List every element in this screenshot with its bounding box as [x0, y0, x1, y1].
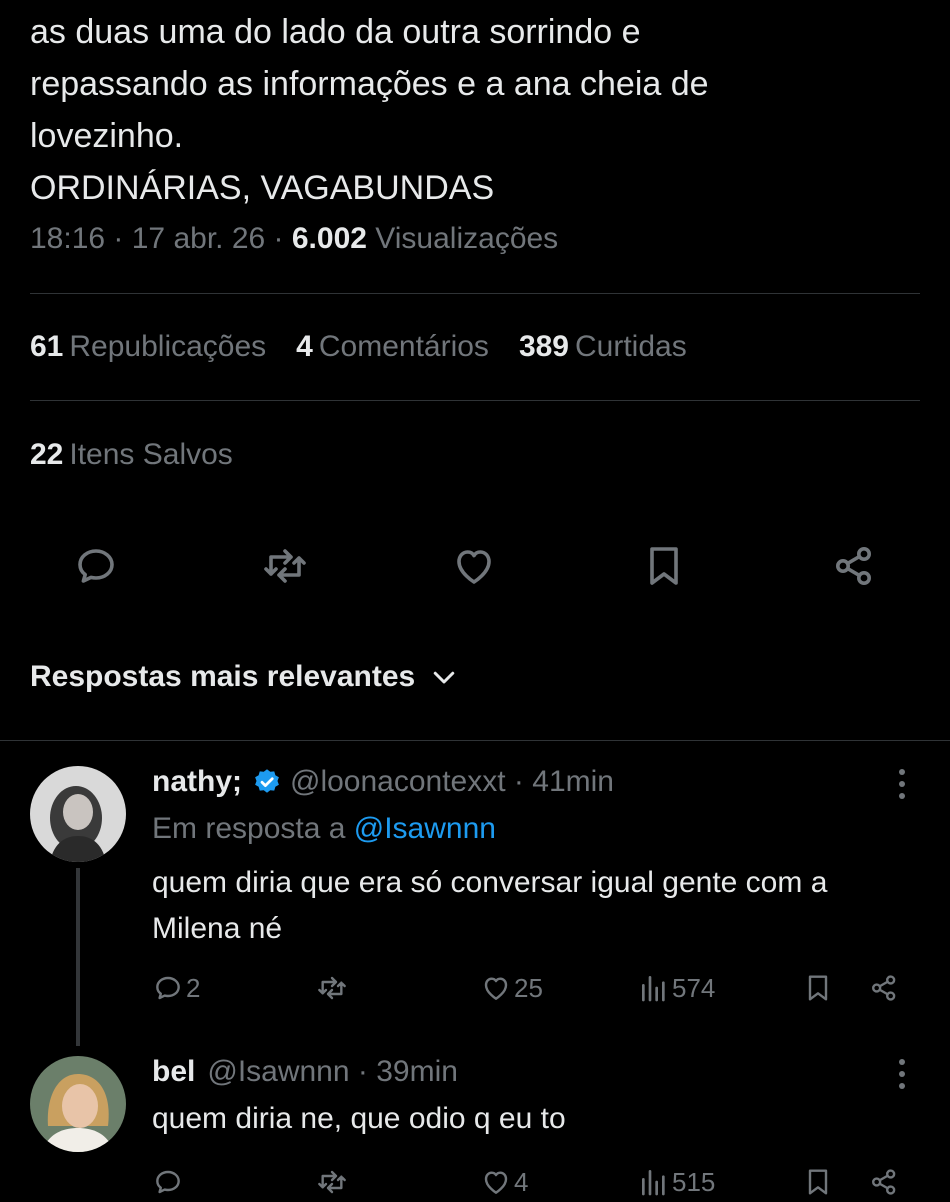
reply-header: bel @Isawnnn · 39min [152, 1052, 458, 1092]
tweet-line: ORDINÁRIAS, VAGABUNDAS [30, 169, 495, 207]
bookmark-button[interactable] [802, 1162, 834, 1202]
like-icon [457, 550, 491, 584]
repost-button[interactable] [316, 968, 350, 1008]
reply-icon [156, 1170, 180, 1194]
views-count: 6.002 [291, 222, 367, 255]
share-icon [836, 547, 871, 585]
share-icon [872, 975, 896, 1001]
divider [0, 740, 950, 741]
bookmark-icon [808, 975, 828, 1001]
repost-icon [264, 549, 306, 583]
meta-separator: · [349, 1055, 377, 1088]
share-button[interactable] [828, 540, 880, 592]
views-icon [642, 976, 665, 1002]
likes-label: Curtidas [575, 330, 687, 363]
views-label: Visualizações [375, 222, 559, 255]
tweet-text: as duas uma do lado da outra sorrindo e … [30, 6, 910, 214]
views-button[interactable]: 515 [638, 1162, 715, 1202]
tweet-time[interactable]: 18:16 [30, 222, 105, 255]
comments-stat[interactable]: 4 Comentários [296, 330, 489, 364]
reply-button[interactable] [152, 1162, 186, 1202]
reposts-count: 61 [30, 330, 64, 363]
bookmark-icon [650, 547, 678, 585]
reply-count: 2 [186, 972, 201, 1003]
views-count: 574 [672, 972, 716, 1003]
reply-icon [156, 976, 180, 1000]
repost-icon [318, 976, 346, 1000]
likes-count: 389 [518, 330, 569, 363]
reply-action-bar: 2 25 574 [0, 968, 950, 1008]
avatar[interactable] [30, 1056, 126, 1152]
reply-icon [78, 549, 114, 583]
views-button[interactable]: 574 [638, 968, 715, 1008]
tweet-meta: 18:16 · 17 abr. 26 · 6.002 Visualizações [30, 222, 558, 256]
reposts-label: Republicações [69, 330, 267, 363]
share-icon [872, 1169, 896, 1195]
saved-count: 22 [30, 438, 64, 471]
avatar-photo-icon [30, 766, 126, 862]
like-button[interactable] [448, 540, 500, 592]
reply-action-bar: 4 515 [0, 1162, 950, 1202]
reply-author-name[interactable]: bel [152, 1055, 195, 1089]
tweet-line: as duas uma do lado da outra sorrindo e [30, 13, 641, 51]
chevron-down-icon [433, 671, 455, 684]
comments-count: 4 [296, 330, 313, 363]
reply-handle[interactable]: @Isawnnn [207, 1055, 349, 1089]
action-bar [0, 540, 950, 596]
engagement-stats: 61 Republicações 4 Comentários 389 Curtidas [30, 330, 687, 364]
bookmark-button[interactable] [638, 540, 690, 592]
like-button[interactable]: 4 [480, 1162, 528, 1202]
like-icon [484, 1171, 508, 1194]
divider [30, 293, 920, 294]
tweet-date[interactable]: 17 abr. 26 [132, 222, 265, 255]
reply-time[interactable]: 41min [532, 765, 614, 799]
like-count: 4 [514, 1166, 529, 1197]
thread-line [76, 868, 80, 1046]
reply-header: nathy; @loonacontexxt · 41min [152, 762, 614, 802]
in-reply-prefix: Em resposta a [152, 812, 346, 845]
like-icon [484, 977, 508, 1000]
sort-label: Respostas mais relevantes [30, 660, 416, 693]
tweet-line: lovezinho. [30, 117, 184, 155]
meta-separator: · [273, 222, 292, 255]
repost-icon [318, 1170, 346, 1194]
more-options-button[interactable] [888, 1054, 916, 1094]
reply-button[interactable] [70, 540, 122, 592]
bookmark-icon [808, 1169, 828, 1195]
reply-author-name[interactable]: nathy; [152, 765, 242, 799]
replies-sort-dropdown[interactable]: Respostas mais relevantes [30, 660, 459, 694]
comments-label: Comentários [318, 330, 489, 363]
share-button[interactable] [868, 968, 900, 1008]
in-reply-to: Em resposta a @Isawnnn [152, 812, 496, 846]
like-count: 25 [514, 972, 543, 1003]
more-options-button[interactable] [888, 764, 916, 804]
repost-button[interactable] [316, 1162, 350, 1202]
views-icon [642, 1170, 665, 1196]
likes-stat[interactable]: 389 Curtidas [519, 330, 687, 364]
meta-separator: · [505, 765, 533, 798]
share-button[interactable] [868, 1162, 900, 1202]
divider [30, 400, 920, 401]
in-reply-mention[interactable]: @Isawnnn [354, 812, 496, 845]
reply-line: quem diria que era só conversar igual ge… [152, 866, 828, 899]
reply-button[interactable]: 2 [152, 968, 200, 1008]
verified-badge-icon [255, 769, 279, 793]
avatar[interactable] [30, 766, 126, 862]
reply-text: quem diria ne, que odio q eu to [152, 1096, 566, 1142]
reply-text: quem diria que era só conversar igual ge… [152, 860, 827, 952]
reply-handle[interactable]: @loonacontexxt [290, 765, 506, 799]
saved-stat[interactable]: 22 Itens Salvos [30, 438, 233, 472]
reply-line: Milena né [152, 912, 283, 945]
saved-label: Itens Salvos [69, 438, 233, 471]
meta-separator: · [113, 222, 132, 255]
bookmark-button[interactable] [802, 968, 834, 1008]
like-button[interactable]: 25 [480, 968, 543, 1008]
tweet-line: repassando as informações e a ana cheia … [30, 65, 709, 103]
avatar-photo-icon [30, 1056, 126, 1152]
reply-time[interactable]: 39min [376, 1055, 458, 1089]
reposts-stat[interactable]: 61 Republicações [30, 330, 266, 364]
reply-line: quem diria ne, que odio q eu to [152, 1102, 566, 1135]
views-count: 515 [672, 1166, 716, 1197]
repost-button[interactable] [259, 540, 311, 592]
